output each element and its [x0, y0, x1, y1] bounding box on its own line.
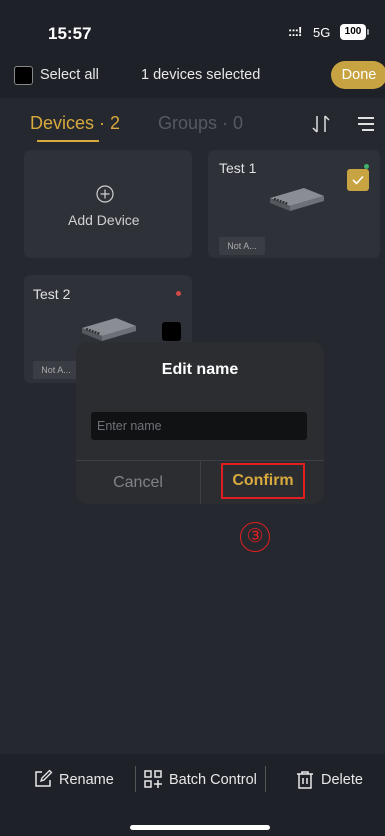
- signal-icon: :::!: [288, 24, 302, 39]
- device-name: Test 1: [219, 160, 257, 176]
- battery-icon: 100: [340, 24, 366, 40]
- name-input[interactable]: [91, 412, 307, 440]
- trash-icon[interactable]: [296, 770, 314, 790]
- bottom-toolbar: [0, 754, 385, 836]
- active-tab-indicator: [37, 140, 99, 142]
- home-indicator: [130, 825, 270, 830]
- status-time: 15:57: [48, 24, 92, 43]
- device-select-checkbox[interactable]: [347, 169, 369, 191]
- add-device-label: Add Device: [68, 212, 140, 228]
- sort-icon[interactable]: [312, 114, 330, 134]
- done-button[interactable]: Done: [331, 61, 385, 89]
- confirm-button[interactable]: Confirm: [221, 463, 305, 499]
- network-type: 5G: [313, 25, 331, 40]
- network-switch-image: [82, 318, 136, 341]
- cancel-button[interactable]: Cancel: [76, 461, 200, 504]
- dialog-title: Edit name: [161, 361, 239, 378]
- plus-circle-icon: [96, 185, 114, 203]
- menu-icon[interactable]: [358, 116, 374, 132]
- dialog-button-divider: [200, 461, 201, 504]
- toolbar-separator: [135, 766, 136, 792]
- delete-button[interactable]: Delete: [321, 772, 363, 788]
- select-all-checkbox[interactable]: [14, 66, 33, 85]
- add-device-card[interactable]: [24, 150, 192, 258]
- device-select-checkbox[interactable]: [162, 322, 181, 341]
- select-all-label[interactable]: Select all: [40, 67, 99, 83]
- check-icon: [352, 175, 364, 185]
- device-status-tag: Not A...: [33, 361, 79, 379]
- tab-groups[interactable]: Groups · 0: [158, 113, 243, 134]
- battery-tip: [367, 29, 369, 35]
- tab-devices[interactable]: Devices · 2: [30, 113, 120, 134]
- batch-control-icon[interactable]: [143, 769, 163, 789]
- edit-icon[interactable]: [33, 769, 53, 789]
- device-status-tag: Not A...: [219, 237, 265, 255]
- batch-control-button[interactable]: Batch Control: [169, 772, 257, 788]
- network-switch-image: [270, 188, 324, 211]
- device-name: Test 2: [33, 286, 71, 302]
- offline-status-dot: [176, 291, 181, 296]
- toolbar-separator: [265, 766, 266, 792]
- step-marker: ③: [240, 522, 270, 552]
- selected-count: 1 devices selected: [141, 67, 261, 83]
- rename-button[interactable]: Rename: [59, 772, 114, 788]
